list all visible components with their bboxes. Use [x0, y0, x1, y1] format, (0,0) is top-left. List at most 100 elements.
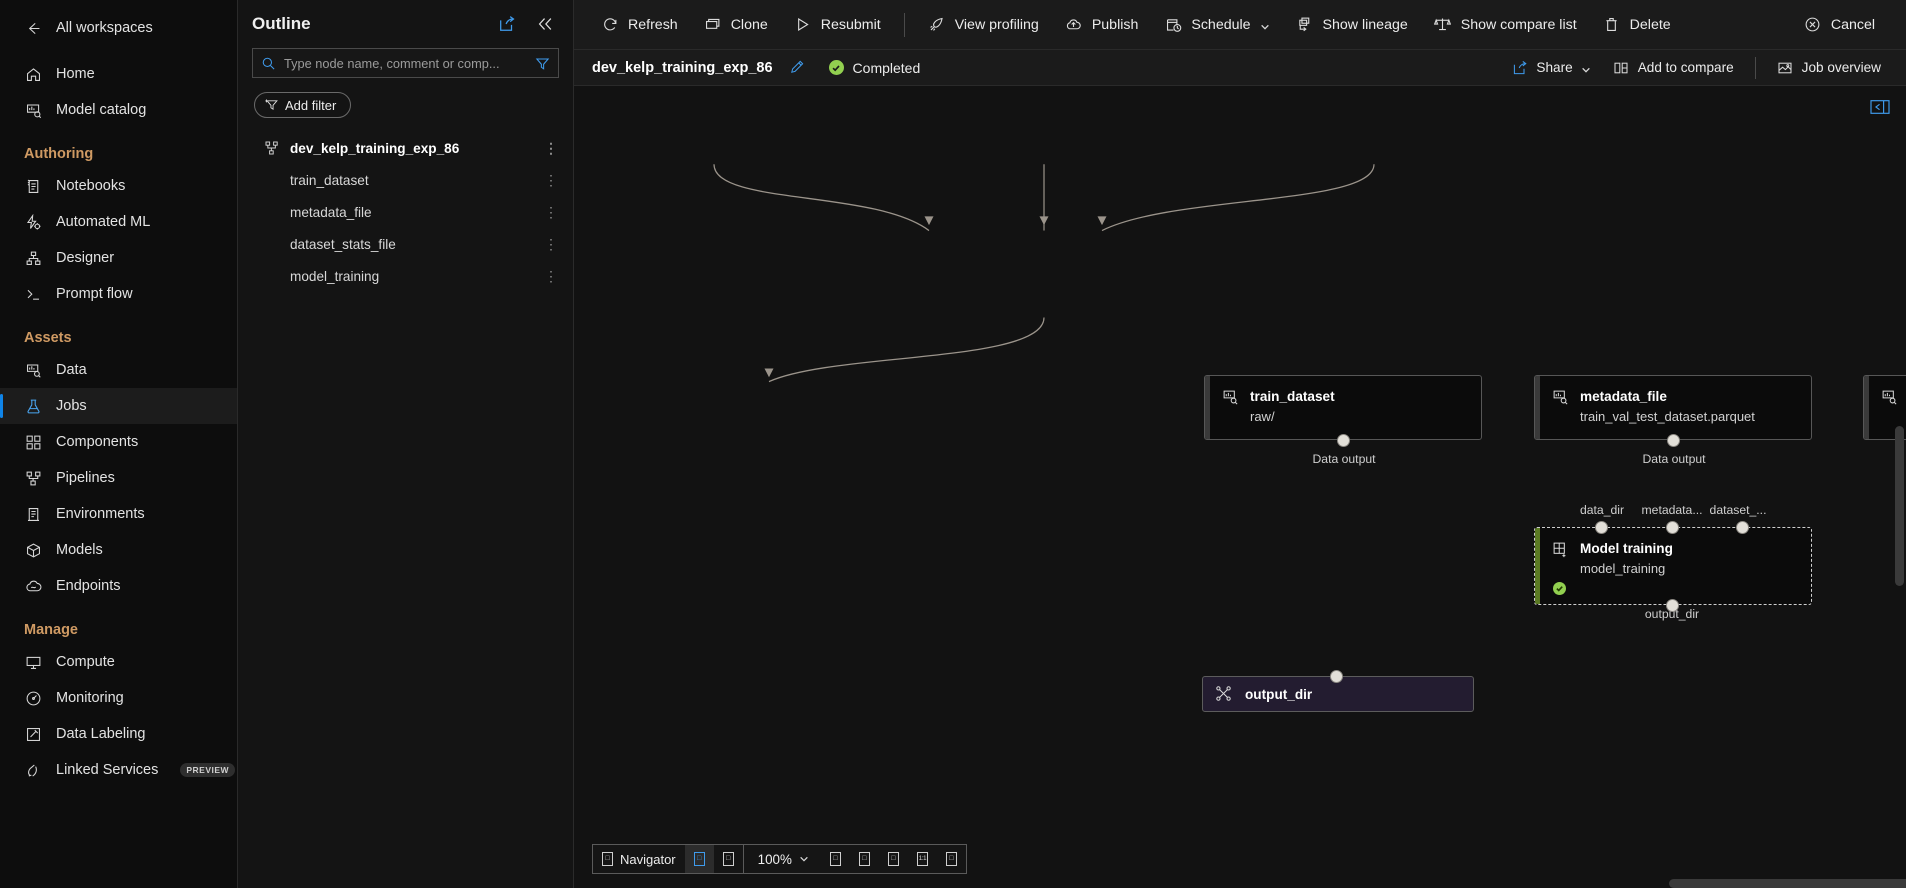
page-title: dev_kelp_training_exp_86	[592, 59, 773, 76]
sidebar-item-environments[interactable]: Environments	[0, 496, 237, 532]
grid-view-button[interactable]: □	[684, 845, 714, 873]
sidebar-item-model-catalog[interactable]: Model catalog	[0, 92, 237, 128]
preview-badge: PREVIEW	[180, 763, 236, 777]
jobs-flask-icon	[24, 397, 42, 415]
show-lineage-button[interactable]: Show lineage	[1283, 8, 1421, 42]
sidebar-item-pipelines[interactable]: Pipelines	[0, 460, 237, 496]
horizontal-scrollbar[interactable]	[1669, 879, 1906, 888]
job-subbar: dev_kelp_training_exp_86 Completed Share	[574, 50, 1906, 86]
navigator-icon: □	[602, 852, 613, 866]
sidebar-item-models[interactable]: Models	[0, 532, 237, 568]
outline-item-train-dataset[interactable]: train_dataset ⋮	[238, 164, 573, 196]
sidebar-item-designer[interactable]: Designer	[0, 240, 237, 276]
sidebar-item-data-labeling[interactable]: Data Labeling	[0, 716, 237, 752]
sidebar-item-prompt-flow[interactable]: Prompt flow	[0, 276, 237, 312]
outline-item-overflow[interactable]: ⋮	[544, 236, 559, 253]
node-title: train_dataset	[1250, 389, 1335, 404]
outline-header: Outline	[238, 0, 573, 40]
pencil-icon[interactable]	[789, 59, 807, 77]
sidebar-item-home-label: Home	[56, 66, 95, 82]
sidebar-item-components[interactable]: Components	[0, 424, 237, 460]
left-navigation: All workspaces Home Model catalog Author…	[0, 0, 238, 888]
delete-button[interactable]: Delete	[1590, 8, 1684, 42]
add-filter-button[interactable]: Add filter	[254, 92, 352, 118]
input-port-data-dir[interactable]	[1595, 521, 1608, 534]
graph-node-metadata-file[interactable]: metadata_file train_val_test_dataset.par…	[1534, 375, 1812, 440]
resubmit-button[interactable]: Resubmit	[781, 8, 894, 42]
outline-item-overflow[interactable]: ⋮	[544, 140, 559, 157]
zoom-level-label: 100%	[757, 851, 792, 867]
sidebar-item-notebooks[interactable]: Notebooks	[0, 168, 237, 204]
schedule-button[interactable]: Schedule	[1151, 8, 1282, 42]
outline-item-root[interactable]: dev_kelp_training_exp_86 ⋮	[238, 132, 573, 164]
pipeline-graph-icon	[264, 140, 281, 157]
automated-ml-icon	[24, 213, 42, 231]
outline-item-dataset-stats-file[interactable]: dataset_stats_file ⋮	[238, 228, 573, 260]
filter-icon[interactable]	[535, 56, 550, 71]
share-button[interactable]: Share	[1500, 54, 1601, 82]
list-view-button[interactable]: □	[714, 845, 743, 873]
arrow-left-icon	[24, 19, 42, 37]
pipeline-canvas[interactable]: train_dataset raw/ Data output metadata_…	[574, 86, 1906, 888]
input-port[interactable]	[1330, 670, 1343, 683]
outline-item-metadata-file[interactable]: metadata_file ⋮	[238, 196, 573, 228]
input-port-dataset[interactable]	[1736, 521, 1749, 534]
outline-item-model-training[interactable]: model_training ⋮	[238, 260, 573, 292]
zoom-out-button[interactable]: □	[821, 845, 850, 873]
outline-search[interactable]	[252, 48, 559, 78]
outline-item-overflow[interactable]: ⋮	[544, 204, 559, 221]
outline-item-overflow[interactable]: ⋮	[544, 268, 559, 285]
input-port-metadata[interactable]	[1666, 521, 1679, 534]
fit-to-screen-button[interactable]: □	[879, 845, 908, 873]
publish-button[interactable]: Publish	[1052, 8, 1152, 42]
add-to-compare-button[interactable]: Add to compare	[1602, 54, 1745, 82]
model-catalog-icon	[24, 101, 42, 119]
graph-node-model-training[interactable]: Model training model_training	[1534, 527, 1812, 605]
nav-back-all-workspaces[interactable]: All workspaces	[0, 10, 237, 46]
show-compare-list-button[interactable]: Show compare list	[1421, 8, 1590, 42]
view-profiling-button[interactable]: View profiling	[915, 8, 1052, 42]
actual-size-button[interactable]: 1:1	[908, 845, 937, 873]
sidebar-item-model-catalog-label: Model catalog	[56, 102, 147, 118]
job-overview-button[interactable]: Job overview	[1766, 54, 1892, 82]
outline-item-dataset-stats-file-label: dataset_stats_file	[290, 236, 396, 252]
designer-icon	[24, 249, 42, 267]
sidebar-item-home[interactable]: Home	[0, 56, 237, 92]
sidebar-item-pipelines-label: Pipelines	[56, 470, 115, 486]
search-input[interactable]	[284, 55, 527, 71]
refresh-icon	[601, 16, 619, 34]
graph-node-train-dataset[interactable]: train_dataset raw/	[1204, 375, 1482, 440]
vertical-scrollbar[interactable]	[1895, 426, 1904, 586]
navigator-bar: □ Navigator □ □ 100% □ □ □ 1:1 □	[592, 844, 967, 874]
show-lineage-label: Show lineage	[1322, 16, 1408, 33]
navigator-label: Navigator	[620, 851, 676, 867]
outline-list: dev_kelp_training_exp_86 ⋮ train_dataset…	[238, 132, 573, 292]
zoom-in-button[interactable]: □	[850, 845, 879, 873]
graph-edges	[713, 164, 1375, 383]
refresh-button[interactable]: Refresh	[588, 8, 691, 42]
outline-header-actions	[497, 14, 555, 34]
node-body: train_dataset raw/	[1210, 376, 1481, 439]
outline-item-overflow[interactable]: ⋮	[544, 172, 559, 189]
chevron-double-left-icon[interactable]	[535, 14, 555, 34]
sidebar-item-jobs-label: Jobs	[56, 398, 87, 414]
data-icon	[24, 361, 42, 379]
sidebar-item-monitoring[interactable]: Monitoring	[0, 680, 237, 716]
share-icon[interactable]	[497, 14, 517, 34]
linked-services-icon	[24, 761, 42, 779]
notebook-icon	[24, 177, 42, 195]
output-port[interactable]	[1667, 434, 1680, 447]
sidebar-item-linked-services[interactable]: Linked Services PREVIEW	[0, 752, 237, 788]
sidebar-item-compute[interactable]: Compute	[0, 644, 237, 680]
auto-layout-button[interactable]: □	[937, 845, 966, 873]
actual-size-icon: 1:1	[916, 852, 928, 866]
clone-button[interactable]: Clone	[691, 8, 781, 42]
sidebar-item-endpoints[interactable]: Endpoints	[0, 568, 237, 604]
cancel-button[interactable]: Cancel	[1791, 8, 1888, 42]
output-port[interactable]	[1337, 434, 1350, 447]
sidebar-item-automated-ml[interactable]: Automated ML	[0, 204, 237, 240]
navigator-toggle[interactable]: □ Navigator	[593, 845, 685, 873]
sidebar-item-data[interactable]: Data	[0, 352, 237, 388]
zoom-level-selector[interactable]: 100%	[744, 852, 821, 867]
sidebar-item-jobs[interactable]: Jobs	[0, 388, 237, 424]
